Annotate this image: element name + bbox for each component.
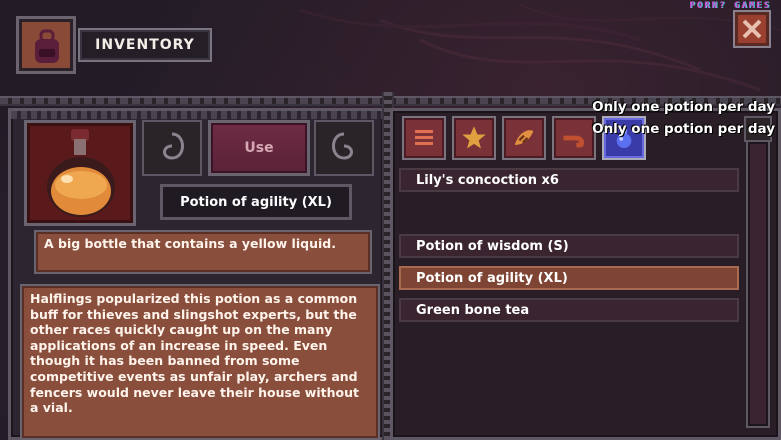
list-item[interactable]: Green bone tea: [399, 298, 739, 322]
list-item[interactable]: Lily's concoction x6: [399, 168, 739, 192]
scrollbar[interactable]: [746, 140, 770, 428]
panel-ornament: [11, 111, 383, 119]
ornament-left: [142, 120, 202, 176]
inventory-bag-icon-frame: [16, 16, 76, 74]
claw-icon: [514, 130, 534, 145]
use-button[interactable]: Use: [208, 120, 310, 176]
tab-materials[interactable]: [502, 116, 546, 160]
item-portrait: [24, 120, 136, 226]
ornament-swirl-icon: [332, 132, 353, 160]
tab-favorites[interactable]: [452, 116, 496, 160]
tooltip-text: Only one potion per day: [592, 99, 775, 115]
ornament-right: [314, 120, 374, 176]
item-lore-description: Halflings popularized this potion as a c…: [20, 284, 380, 440]
tooltip-text: Only one potion per day: [592, 121, 775, 137]
list-item-label: Lily's concoction x6: [416, 172, 559, 188]
list-item-label: Potion of agility (XL): [416, 270, 568, 286]
tab-all-items[interactable]: [402, 116, 446, 160]
tab-tools[interactable]: [552, 116, 596, 160]
list-item-selected[interactable]: Potion of agility (XL): [399, 266, 739, 290]
selected-item-name: Potion of agility (XL): [160, 184, 352, 220]
item-short-description: A big bottle that contains a yellow liqu…: [34, 230, 372, 274]
list-item[interactable]: Potion of wisdom (S): [399, 234, 739, 258]
close-button[interactable]: [733, 10, 771, 48]
inventory-title: INVENTORY: [78, 28, 212, 62]
potion-bottle-icon: [47, 129, 115, 217]
pipe-icon: [563, 135, 585, 148]
star-icon: [462, 126, 486, 149]
list-item-label: Potion of wisdom (S): [416, 238, 569, 254]
close-icon: [742, 19, 762, 39]
ornament-swirl-icon: [163, 132, 184, 160]
list-icon: [415, 130, 433, 145]
bag-icon: [35, 29, 59, 63]
list-item-label: Green bone tea: [416, 302, 530, 318]
